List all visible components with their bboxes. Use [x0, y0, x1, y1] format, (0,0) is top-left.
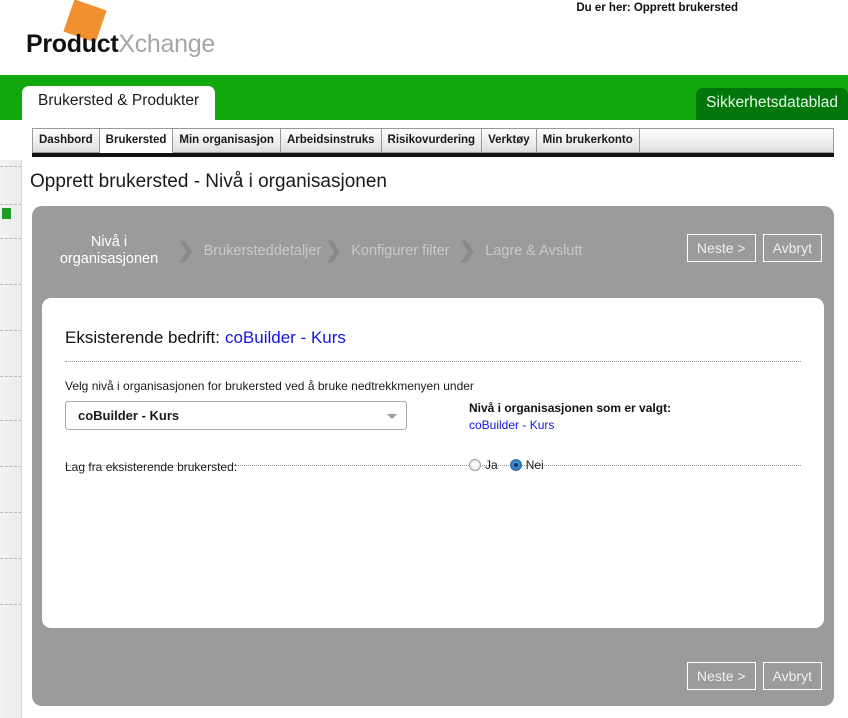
wizard-actions-bottom: Neste > Avbryt — [686, 662, 822, 690]
cancel-button-bottom[interactable]: Avbryt — [762, 662, 822, 690]
next-button-top[interactable]: Neste > — [686, 234, 756, 262]
step-separator-icon: ❯ — [177, 239, 195, 262]
wizard-step-3[interactable]: Konfigurer filter — [347, 243, 453, 260]
step-separator-icon: ❯ — [458, 239, 477, 262]
divider-top — [65, 361, 801, 362]
chevron-down-icon — [387, 414, 397, 419]
radio-ja[interactable] — [469, 459, 481, 471]
wizard-actions-top: Neste > Avbryt — [686, 234, 822, 262]
selected-level-value: coBuilder - Kurs — [469, 418, 555, 432]
step-separator-icon: ❯ — [324, 239, 343, 262]
existing-company-value: coBuilder - Kurs — [224, 328, 346, 347]
subnav-item-min-organisasjon[interactable]: Min organisasjon — [173, 129, 281, 153]
wizard-step-2[interactable]: Brukersteddetaljer — [200, 243, 322, 260]
secondary-nav-list: Dashbord Brukersted Min organisasjon Arbeid… — [32, 128, 834, 153]
left-nav-rail[interactable] — [0, 160, 22, 718]
create-from-existing-radio-group: Ja Nei — [469, 458, 552, 472]
organisation-level-select[interactable]: coBuilder - Kurs — [65, 401, 407, 430]
selected-level-info: Nivå i organisasjonen som er valgt: coBu… — [469, 401, 789, 432]
organisation-level-select-value: coBuilder - Kurs — [78, 408, 180, 423]
product-xchange-logo[interactable]: ProductXchange — [26, 0, 276, 64]
rail-badge-icon — [2, 208, 11, 219]
primary-tab-bar: Brukersted & Produkter Sikkerhetsdatabla… — [0, 75, 848, 120]
secondary-nav-bar: Dashbord Brukersted Min organisasjon Arbeid… — [22, 120, 834, 158]
page-title: Opprett brukersted - Nivå i organisasjon… — [30, 171, 387, 192]
radio-ja-label[interactable]: Ja — [485, 458, 506, 472]
cancel-button-top[interactable]: Avbryt — [762, 234, 822, 262]
wizard-step-list: Nivå i organisasjonen ❯ Brukersteddetaljer… — [46, 222, 686, 280]
subnav-item-brukersted[interactable]: Brukersted — [99, 129, 174, 153]
site-header: ProductXchange Du er her: Opprett bruker… — [0, 0, 848, 75]
selected-level-label: Nivå i organisasjonen som er valgt: — [469, 401, 672, 415]
form-card: Eksisterende bedrift: coBuilder - Kurs Ve… — [42, 298, 824, 628]
subnav-item-risikovurdering[interactable]: Risikovurdering — [381, 129, 483, 153]
subnav-item-arbeidsinstruks[interactable]: Arbeidsinstruks — [280, 129, 382, 153]
subnav-filler — [639, 129, 834, 153]
existing-company-heading: Eksisterende bedrift: coBuilder - Kurs — [65, 328, 346, 348]
tab-sikkerhetsdatablad[interactable]: Sikkerhetsdatablad — [696, 88, 848, 120]
subnav-item-min-brukerkonto[interactable]: Min brukerkonto — [536, 129, 640, 153]
breadcrumb: Du er her: Opprett brukersted — [576, 2, 738, 14]
logo-text-bold: Product — [26, 30, 119, 58]
tab-brukersted-produkter[interactable]: Brukersted & Produkter — [22, 86, 216, 120]
create-from-existing-label: Lag fra eksisterende brukersted: — [65, 460, 238, 474]
page-root: ProductXchange Du er her: Opprett bruker… — [0, 0, 848, 718]
subnav-item-verkt-y[interactable]: Verktøy — [482, 129, 537, 153]
next-button-bottom[interactable]: Neste > — [686, 662, 756, 690]
wizard-step-4[interactable]: Lagre & Avslutt — [481, 243, 586, 260]
radio-nei[interactable] — [509, 459, 522, 471]
existing-company-label: Eksisterende bedrift: — [65, 328, 220, 347]
wizard-step-1[interactable]: Nivå i organisasjonen — [46, 234, 172, 268]
radio-nei-label[interactable]: Nei — [526, 458, 552, 472]
nav-underline — [32, 153, 834, 157]
wizard-panel: Nivå i organisasjonen ❯ Brukersteddetaljer… — [32, 206, 834, 706]
subnav-item-dashbord[interactable]: Dashbord — [33, 129, 100, 153]
logo-wordmark: ProductXchange — [26, 30, 215, 59]
select-hint-text: Velg nivå i organisasjonen for brukerste… — [65, 379, 474, 393]
logo-text-light: Xchange — [118, 30, 215, 58]
